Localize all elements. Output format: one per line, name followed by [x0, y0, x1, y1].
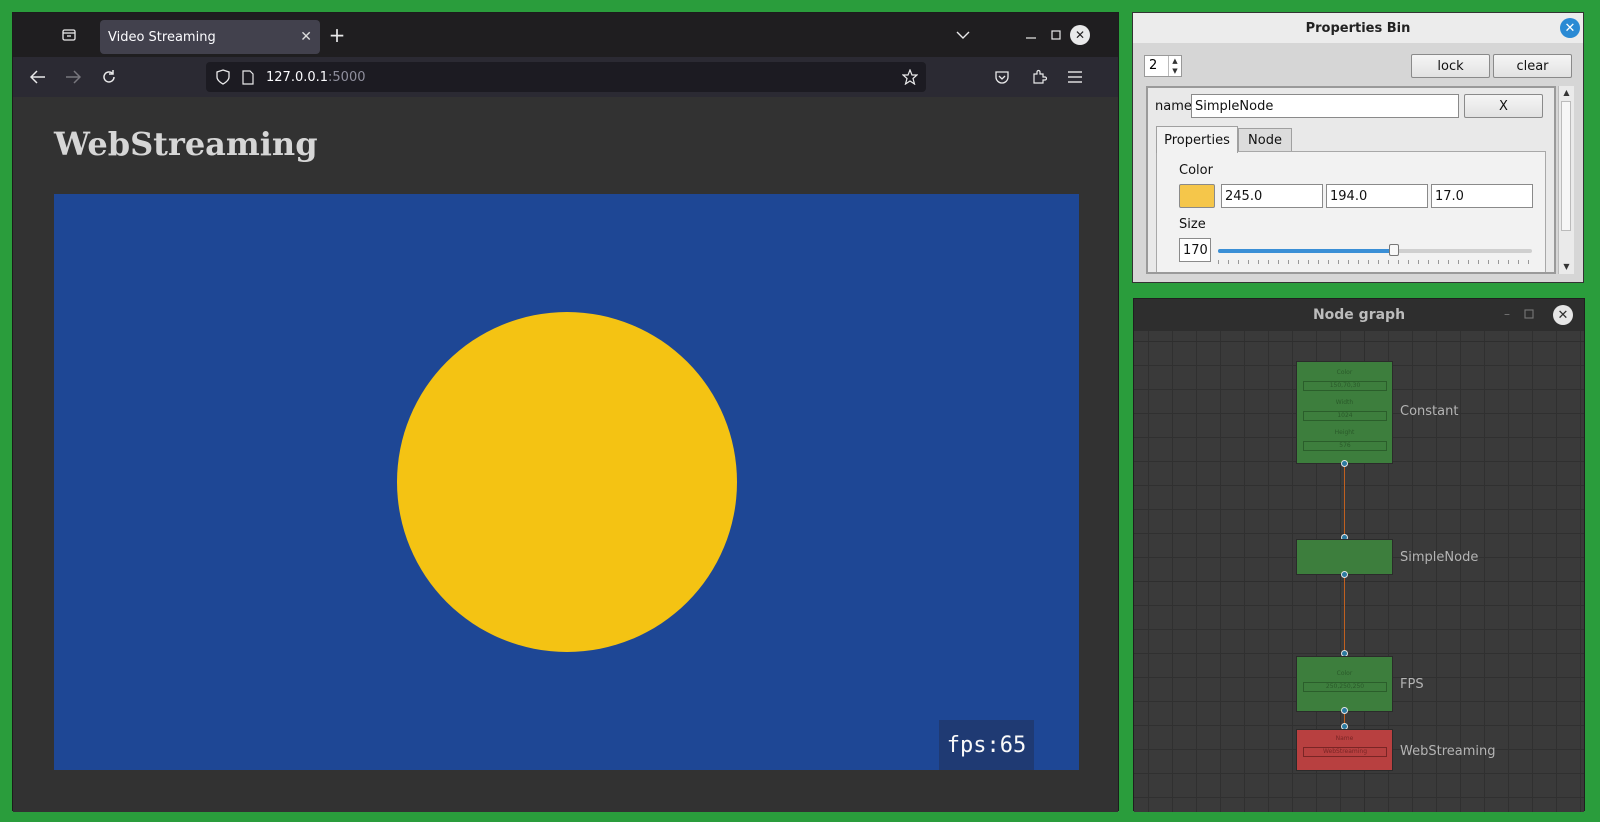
node-field-label: Name: [1335, 735, 1354, 742]
graph-minimize-icon[interactable]: –: [1500, 307, 1514, 321]
size-field[interactable]: 170: [1179, 238, 1211, 262]
close-tab-icon[interactable]: ✕: [300, 29, 312, 45]
extensions-icon[interactable]: [1029, 67, 1049, 87]
new-tab-icon[interactable]: +: [327, 23, 347, 47]
color-red-field[interactable]: 245.0: [1221, 184, 1323, 208]
close-window-icon[interactable]: ✕: [1070, 25, 1090, 45]
properties-bin-window: Properties Bin ✕ 2 ▲ ▼ lock clear name Si…: [1132, 12, 1584, 283]
node-field-value[interactable]: 150,70,30: [1303, 381, 1387, 391]
fps-overlay: fps:65: [939, 720, 1034, 770]
output-port[interactable]: [1341, 460, 1348, 467]
clear-button[interactable]: clear: [1493, 54, 1572, 78]
color-label: Color: [1179, 163, 1213, 178]
navigation-bar: 127.0.0.1:5000: [13, 57, 1118, 97]
page-title: WebStreaming: [54, 125, 318, 163]
tab-video-streaming[interactable]: Video Streaming ✕: [100, 20, 320, 54]
node-fps[interactable]: Color 250,250,250: [1296, 656, 1393, 712]
browser-window: Video Streaming ✕ + ✕ 127.0.0.1:5000 We…: [12, 12, 1119, 812]
node-webstreaming[interactable]: Name WebStreaming: [1296, 729, 1393, 771]
shield-icon[interactable]: [216, 69, 230, 85]
graph-canvas[interactable]: Color 150,70,30 Width 1024 Height 576 Co…: [1134, 331, 1584, 812]
slider-handle[interactable]: [1388, 244, 1399, 256]
node-constant[interactable]: Color 150,70,30 Width 1024 Height 576: [1296, 361, 1393, 464]
node-field-label: Height: [1334, 429, 1355, 436]
wire-constant-simplenode: [1344, 461, 1345, 536]
yellow-circle: [397, 312, 737, 652]
node-properties-panel: name SimpleNode X Properties Node Color …: [1146, 86, 1556, 274]
node-simplenode[interactable]: [1296, 539, 1393, 575]
pocket-icon[interactable]: [992, 67, 1012, 87]
color-blue-field[interactable]: 17.0: [1431, 184, 1533, 208]
name-label: name: [1155, 99, 1192, 114]
node-field-label: Width: [1335, 399, 1354, 406]
video-stream: fps:65: [54, 194, 1079, 770]
spin-value: 2: [1149, 58, 1158, 73]
lock-button[interactable]: lock: [1411, 54, 1490, 78]
node-graph-title: Node graph: [1312, 307, 1406, 323]
tab-properties[interactable]: Properties: [1156, 126, 1238, 153]
page-icon: [242, 69, 254, 85]
bookmark-star-icon[interactable]: [902, 69, 918, 85]
url-host: 127.0.0.1: [266, 69, 329, 85]
graph-close-icon[interactable]: ✕: [1553, 305, 1573, 325]
size-slider[interactable]: [1218, 244, 1532, 264]
name-field[interactable]: SimpleNode: [1191, 94, 1459, 118]
minimize-icon[interactable]: [1021, 25, 1041, 45]
graph-maximize-icon[interactable]: [1522, 307, 1536, 321]
history-spinbox[interactable]: 2 ▲ ▼: [1144, 55, 1182, 77]
reload-icon[interactable]: [99, 67, 119, 87]
back-icon[interactable]: [28, 67, 48, 87]
output-port[interactable]: [1341, 707, 1348, 714]
page-content: WebStreaming fps:65: [13, 97, 1118, 812]
remove-node-button[interactable]: X: [1464, 94, 1543, 118]
tab-node[interactable]: Node: [1238, 128, 1292, 152]
url-port: :5000: [328, 69, 366, 85]
tab-bar: Video Streaming ✕ + ✕: [13, 13, 1118, 57]
node-label-webstreaming: WebStreaming: [1400, 744, 1496, 759]
url-bar[interactable]: 127.0.0.1:5000: [206, 62, 926, 92]
output-port[interactable]: [1341, 571, 1348, 578]
node-field-value[interactable]: 250,250,250: [1303, 682, 1387, 692]
node-field-label: Color: [1336, 670, 1353, 677]
properties-bin-titlebar: Properties Bin: [1133, 13, 1583, 43]
scroll-down-icon[interactable]: ▼: [1559, 260, 1574, 274]
color-green-field[interactable]: 194.0: [1326, 184, 1428, 208]
close-icon[interactable]: ✕: [1560, 18, 1580, 38]
tab-title: Video Streaming: [108, 29, 216, 45]
node-graph-window: Node graph – ✕ Color 150,70,30 Width 102…: [1133, 298, 1585, 812]
maximize-icon[interactable]: [1046, 25, 1066, 45]
scroll-up-icon[interactable]: ▲: [1559, 86, 1574, 100]
tab-overview-icon[interactable]: [59, 25, 79, 45]
properties-bin-title: Properties Bin: [1305, 20, 1411, 36]
node-label-simplenode: SimpleNode: [1400, 550, 1479, 565]
slider-ticks: [1218, 260, 1532, 264]
properties-scrollbar[interactable]: ▲ ▼: [1558, 86, 1574, 274]
node-field-value[interactable]: WebStreaming: [1303, 747, 1387, 757]
menu-icon[interactable]: [1065, 67, 1085, 87]
node-field-value[interactable]: 1024: [1303, 411, 1387, 421]
spin-arrows[interactable]: ▲ ▼: [1168, 56, 1181, 76]
chevron-down-icon[interactable]: [953, 25, 973, 45]
color-swatch[interactable]: [1179, 184, 1215, 208]
properties-tab-pane: Color 245.0 194.0 17.0 Size 170: [1156, 151, 1546, 272]
node-label-fps: FPS: [1400, 677, 1424, 692]
node-field-value[interactable]: 576: [1303, 441, 1387, 451]
node-graph-titlebar: Node graph: [1134, 299, 1584, 331]
slider-fill: [1218, 249, 1394, 253]
wire-simplenode-fps: [1344, 573, 1345, 653]
scroll-thumb[interactable]: [1561, 101, 1571, 231]
node-field-label: Color: [1336, 369, 1353, 376]
node-label-constant: Constant: [1400, 404, 1459, 419]
size-label: Size: [1179, 217, 1206, 232]
forward-icon[interactable]: [63, 67, 83, 87]
